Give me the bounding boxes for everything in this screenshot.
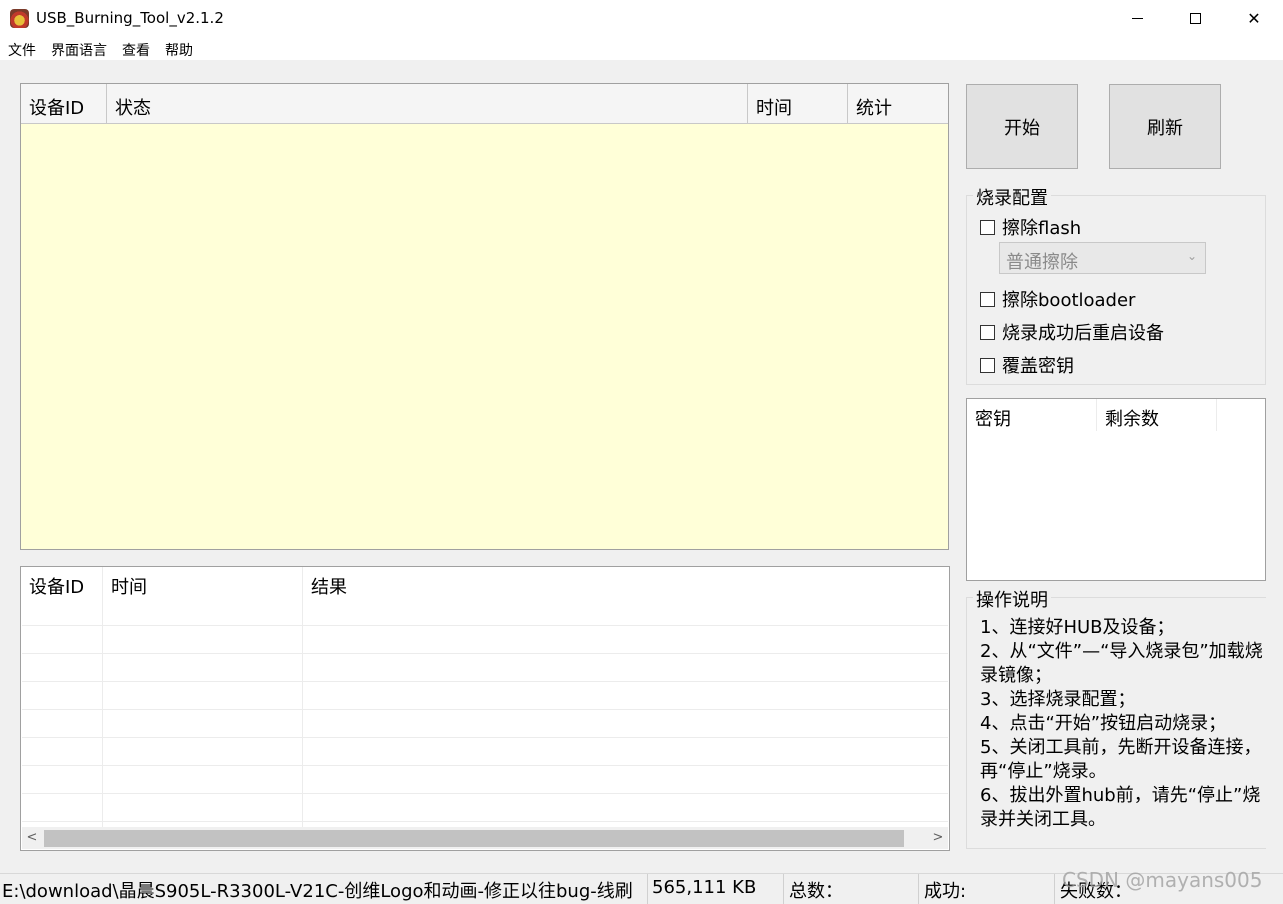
erase-flash-label: 擦除flash [1002,218,1082,239]
instruction-line: 2、从“文件”—“导入烧录包”加载烧录镜像； [980,641,1263,686]
grid-row-line [22,681,948,682]
col-result-device-id[interactable]: 设备ID [21,567,103,601]
minimize-icon [1131,17,1143,19]
menu-bar: 文件 界面语言 查看 帮助 [0,36,1283,60]
maximize-icon [1189,12,1201,24]
scroll-right-icon[interactable]: > [928,828,948,848]
erase-flash-checkbox[interactable] [980,219,995,235]
grid-row-line [22,653,948,654]
key-table[interactable]: 密钥 剩余数 [966,398,1266,581]
close-icon: ✕ [1247,8,1261,28]
menu-view[interactable]: 查看 [114,36,157,60]
overwrite-key-checkbox[interactable] [980,357,995,373]
grid-row-line [22,709,948,710]
grid-row-line [22,737,948,738]
scroll-left-icon[interactable]: < [22,828,42,848]
instruction-line: 4、点击“开始”按钮启动烧录； [980,713,1227,734]
col-device-id[interactable]: 设备ID [21,84,107,124]
menu-help[interactable]: 帮助 [157,36,200,60]
success-count: 成功: [924,874,1055,904]
instructions-title: 操作说明 [973,586,1051,612]
erase-flash-option[interactable]: 擦除flash [980,214,1081,240]
total-count: 总数： [789,874,919,904]
col-key[interactable]: 密钥 [967,399,1097,431]
device-table[interactable]: 设备ID 状态 时间 统计 [20,83,949,550]
app-icon [10,9,29,28]
instruction-line: 3、选择烧录配置； [980,689,1136,710]
result-table[interactable]: 设备ID 时间 结果 < > [20,566,950,851]
col-result-time[interactable]: 时间 [103,567,303,601]
burn-config-title: 烧录配置 [973,184,1051,210]
start-button[interactable]: 开始 [966,84,1078,169]
title-bar: USB_Burning_Tool_v2.1.2 ✕ [0,0,1283,36]
overwrite-key-label: 覆盖密钥 [1002,356,1074,377]
file-size: 565,111 KB [652,874,784,904]
grid-row-line [22,765,948,766]
horizontal-scrollbar[interactable]: < > [22,827,948,849]
erase-mode-value: 普通擦除 [1006,252,1078,273]
overwrite-key-option[interactable]: 覆盖密钥 [980,352,1074,378]
instruction-line: 1、连接好HUB及设备； [980,617,1175,638]
erase-bootloader-label: 擦除bootloader [1002,290,1136,311]
grid-row-line [22,625,948,626]
col-result[interactable]: 结果 [303,567,948,601]
col-status[interactable]: 状态 [107,84,748,124]
device-table-header: 设备ID 状态 时间 统计 [21,84,948,124]
refresh-button[interactable]: 刷新 [1109,84,1221,169]
scroll-thumb[interactable] [44,830,904,847]
erase-bootloader-option[interactable]: 擦除bootloader [980,286,1135,312]
close-button[interactable]: ✕ [1225,0,1283,36]
instructions-group: 操作说明 1、连接好HUB及设备； 2、从“文件”—“导入烧录包”加载烧录镜像；… [966,586,1266,849]
col-stats[interactable]: 统计 [848,84,948,124]
col-time[interactable]: 时间 [748,84,848,124]
minimize-button[interactable] [1108,0,1166,36]
watermark: CSDN @mayans005 [1062,868,1263,892]
erase-mode-select: 普通擦除 ⌄ [999,242,1206,274]
reboot-after-option[interactable]: 烧录成功后重启设备 [980,319,1164,345]
col-remaining[interactable]: 剩余数 [1097,399,1217,431]
maximize-button[interactable] [1166,0,1224,36]
reboot-after-checkbox[interactable] [980,324,995,340]
grid-row-line [22,821,948,822]
instructions-text: 1、连接好HUB及设备； 2、从“文件”—“导入烧录包”加载烧录镜像； 3、选择… [980,616,1270,832]
instruction-line: 5、关闭工具前，先断开设备连接，再“停止”烧录。 [980,737,1262,782]
erase-bootloader-checkbox[interactable] [980,291,995,307]
grid-row-line [22,793,948,794]
menu-language[interactable]: 界面语言 [43,36,114,60]
instruction-line: 6、拔出外置hub前，请先“停止”烧录并关闭工具。 [980,785,1261,830]
burn-config-group: 烧录配置 擦除flash 普通擦除 ⌄ 擦除bootloader 烧录成功后重启… [966,184,1266,385]
file-path: E:\download\晶晨S905L-R3300L-V21C-创维Logo和动… [2,874,648,904]
chevron-down-icon: ⌄ [1186,249,1197,263]
reboot-after-label: 烧录成功后重启设备 [1002,323,1164,344]
window-title: USB_Burning_Tool_v2.1.2 [36,9,224,27]
menu-file[interactable]: 文件 [0,36,43,60]
